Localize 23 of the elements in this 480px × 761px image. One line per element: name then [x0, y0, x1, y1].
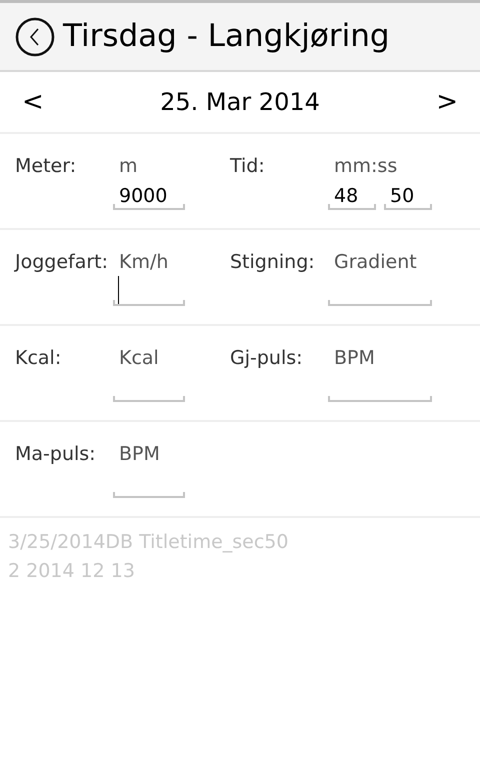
- unit-hint: m: [118, 154, 139, 179]
- field-label: Tid:: [230, 154, 266, 179]
- input-field[interactable]: 50: [384, 180, 432, 210]
- field-label: Ma-puls:: [15, 442, 97, 467]
- field-label: Gj-puls:: [230, 346, 304, 371]
- field-label: Stigning:: [230, 250, 316, 275]
- next-day-button[interactable]: >: [436, 82, 458, 122]
- field-label: Joggefart:: [15, 250, 110, 275]
- date-label: 25. Mar 2014: [160, 87, 320, 118]
- back-icon[interactable]: [15, 16, 55, 56]
- input-field[interactable]: 9000: [113, 180, 185, 210]
- unit-hint: Kcal: [118, 346, 160, 371]
- unit-hint: Km/h: [118, 250, 170, 275]
- field-label: Meter:: [15, 154, 78, 179]
- unit-hint: Gradient: [333, 250, 418, 275]
- unit-hint: mm:ss: [333, 154, 398, 179]
- unit-hint: BPM: [118, 442, 161, 467]
- unit-hint: BPM: [333, 346, 376, 371]
- field-label: Kcal:: [15, 346, 62, 371]
- previous-day-button[interactable]: <: [22, 82, 44, 122]
- input-field[interactable]: 48: [328, 180, 376, 210]
- screen-title: Tirsdag - Langkjøring: [63, 17, 390, 56]
- input-field[interactable]: [113, 276, 185, 306]
